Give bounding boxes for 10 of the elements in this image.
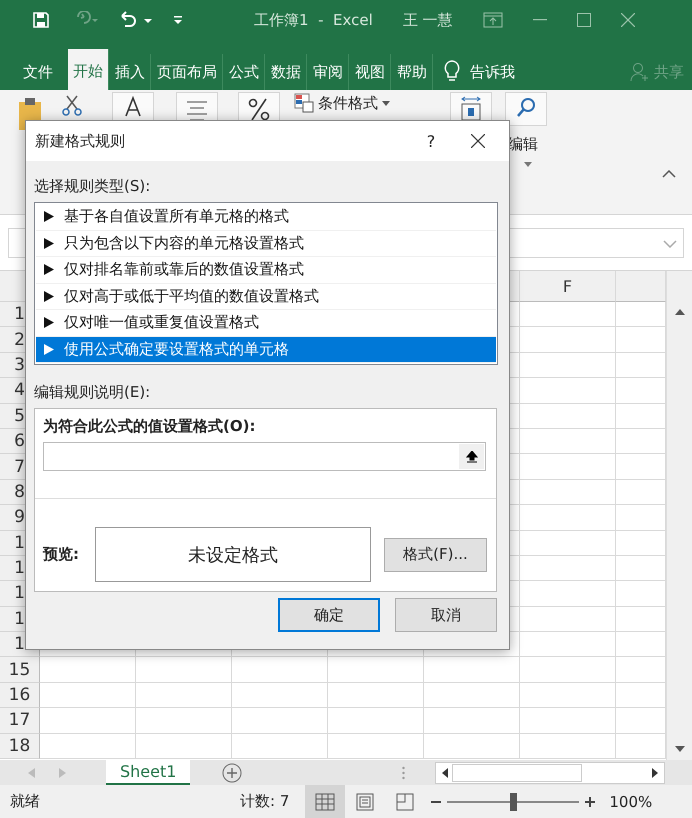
count-readout: 计数: 7	[240, 792, 290, 811]
status-text: 就绪	[10, 792, 41, 811]
preview-box: 未设定格式	[95, 527, 371, 582]
rule-type-label: 选择规则类型(S):	[34, 177, 150, 196]
user-name: 王 一慧	[402, 10, 453, 30]
formula-label: 为符合此公式的值设置格式(O):	[43, 417, 256, 436]
zoom-level: 100%	[609, 792, 652, 810]
window-title: 工作簿1 - Excel	[254, 10, 373, 30]
preview-label: 预览:	[43, 545, 80, 564]
dialog-title: 新建格式规则	[35, 132, 126, 150]
